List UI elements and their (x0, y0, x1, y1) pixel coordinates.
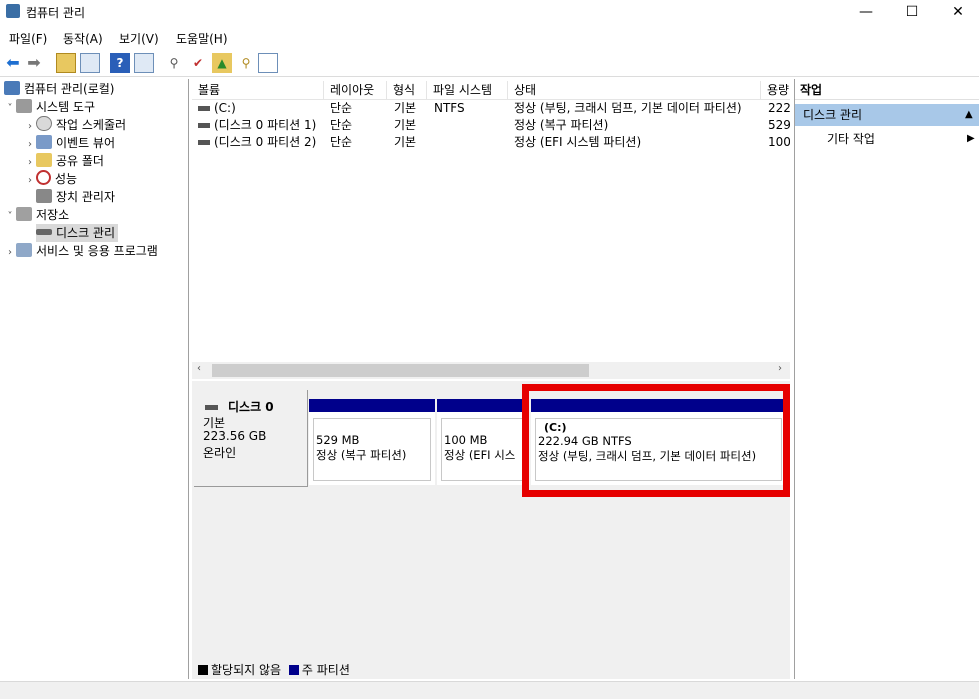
tree-shared-folders[interactable]: › 공유 폴더 (24, 152, 104, 170)
chevron-down-icon[interactable]: ˅ (4, 100, 16, 118)
properties-icon[interactable] (258, 53, 278, 73)
device-manager-icon (36, 189, 52, 203)
column-type[interactable]: 형식 (387, 81, 427, 99)
computer-icon (4, 81, 20, 95)
tree-root[interactable]: 컴퓨터 관리(로컬) (4, 80, 114, 98)
column-status[interactable]: 상태 (508, 81, 761, 99)
menu-action[interactable]: 동작(A) (63, 30, 103, 47)
actions-pane: 작업 디스크 관리 ▲ 기타 작업 ▶ (794, 79, 979, 679)
actions-section-disk-management[interactable]: 디스크 관리 ▲ (795, 104, 979, 126)
toolbar: ⬅ ➡ ? ⚲ ✔ ▲ ⚲ (0, 50, 979, 77)
tree-services-apps[interactable]: › 서비스 및 응용 프로그램 (4, 242, 158, 260)
forward-arrow-icon[interactable]: ➡ (24, 53, 44, 73)
horizontal-scrollbar[interactable]: ‹ › (192, 362, 790, 379)
storage-icon (16, 207, 32, 221)
shared-folder-icon (36, 153, 52, 167)
console-tree: 컴퓨터 관리(로컬) ˅ 시스템 도구 › 작업 스케줄러 › 이벤트 뷰어 › 공유 … (0, 79, 189, 679)
menu-view[interactable]: 보기(V) (119, 30, 159, 47)
column-volume[interactable]: 볼륨 (192, 81, 324, 99)
table-row[interactable]: (디스크 0 파티션 1) 단순 기본 정상 (복구 파티션) 529 (192, 117, 790, 134)
tree-device-manager[interactable]: 장치 관리자 (24, 188, 115, 206)
volume-icon (198, 106, 210, 111)
scroll-right-icon[interactable]: › (778, 363, 782, 374)
folder-up-icon[interactable]: ▲ (212, 53, 232, 73)
volume-icon (198, 140, 210, 145)
column-capacity[interactable]: 용량 (761, 81, 790, 99)
tree-system-tools[interactable]: ˅ 시스템 도구 (4, 98, 95, 116)
volume-list-header: 볼륨 레이아웃 형식 파일 시스템 상태 용량 (192, 81, 790, 100)
legend: 할당되지 않음 주 파티션 (198, 661, 350, 678)
help-icon[interactable]: ? (110, 53, 130, 73)
minimize-button[interactable]: — (843, 0, 889, 24)
disk-icon (205, 405, 218, 410)
column-layout[interactable]: 레이아웃 (324, 81, 387, 99)
table-row[interactable]: (디스크 0 파티션 2) 단순 기본 정상 (EFI 시스템 파티션) 100 (192, 134, 790, 151)
menu-file[interactable]: 파일(F) (9, 30, 47, 47)
center-pane: 볼륨 레이아웃 형식 파일 시스템 상태 용량 (C:) 단순 기본 NTFS … (192, 79, 790, 679)
maximize-button[interactable]: ☐ (889, 0, 935, 24)
close-button[interactable]: ✕ (935, 0, 979, 24)
window-title: 컴퓨터 관리 (26, 6, 86, 20)
volume-icon (198, 123, 210, 128)
up-folder-icon[interactable] (56, 53, 76, 73)
clock-icon (36, 116, 52, 131)
partition-efi[interactable]: 100 MB 정상 (EFI 시스 (437, 399, 529, 485)
app-icon (6, 4, 20, 18)
menu-bar: 파일(F) 동작(A) 보기(V) 도움말(H) (0, 26, 979, 48)
connect-icon[interactable]: ⚲ (164, 53, 184, 73)
performance-icon (36, 170, 51, 185)
search-icon[interactable]: ⚲ (236, 53, 256, 73)
action-more-actions[interactable]: 기타 작업 ▶ (795, 129, 979, 149)
status-bar (0, 681, 979, 699)
collapse-up-icon[interactable]: ▲ (965, 104, 973, 126)
primary-swatch (288, 665, 299, 675)
tree-disk-management[interactable]: 디스크 관리 (24, 224, 119, 242)
column-filesystem[interactable]: 파일 시스템 (427, 81, 508, 99)
action-pane-icon[interactable] (134, 53, 154, 73)
unallocated-swatch (198, 665, 208, 675)
menu-help[interactable]: 도움말(H) (176, 30, 228, 47)
actions-title: 작업 (795, 81, 979, 100)
services-icon (16, 243, 32, 257)
tree-event-viewer[interactable]: › 이벤트 뷰어 (24, 134, 115, 152)
tree-performance[interactable]: › 성능 (24, 170, 77, 188)
check-icon[interactable]: ✔ (188, 53, 208, 73)
title-bar: 컴퓨터 관리 — ☐ ✕ (0, 0, 979, 24)
disk-icon (36, 229, 52, 235)
tree-storage[interactable]: ˅ 저장소 (4, 206, 69, 224)
chevron-right-icon[interactable]: › (4, 244, 16, 262)
scrollbar-thumb[interactable] (212, 364, 589, 377)
tree-task-scheduler[interactable]: › 작업 스케줄러 (24, 116, 126, 134)
scroll-left-icon[interactable]: ‹ (197, 363, 201, 374)
partition-recovery[interactable]: 529 MB 정상 (복구 파티션) (309, 399, 435, 485)
chevron-down-icon[interactable]: ˅ (4, 208, 16, 226)
disk-0-label[interactable]: 디스크 0 기본 223.56 GB 온라인 (194, 390, 308, 487)
submenu-arrow-icon: ▶ (967, 133, 975, 144)
tools-icon (16, 99, 32, 113)
event-viewer-icon (36, 135, 52, 149)
show-tree-icon[interactable] (80, 53, 100, 73)
highlight-box (522, 384, 790, 497)
table-row[interactable]: (C:) 단순 기본 NTFS 정상 (부팅, 크래시 덤프, 기본 데이터 파… (192, 100, 790, 117)
back-arrow-icon[interactable]: ⬅ (3, 53, 23, 73)
